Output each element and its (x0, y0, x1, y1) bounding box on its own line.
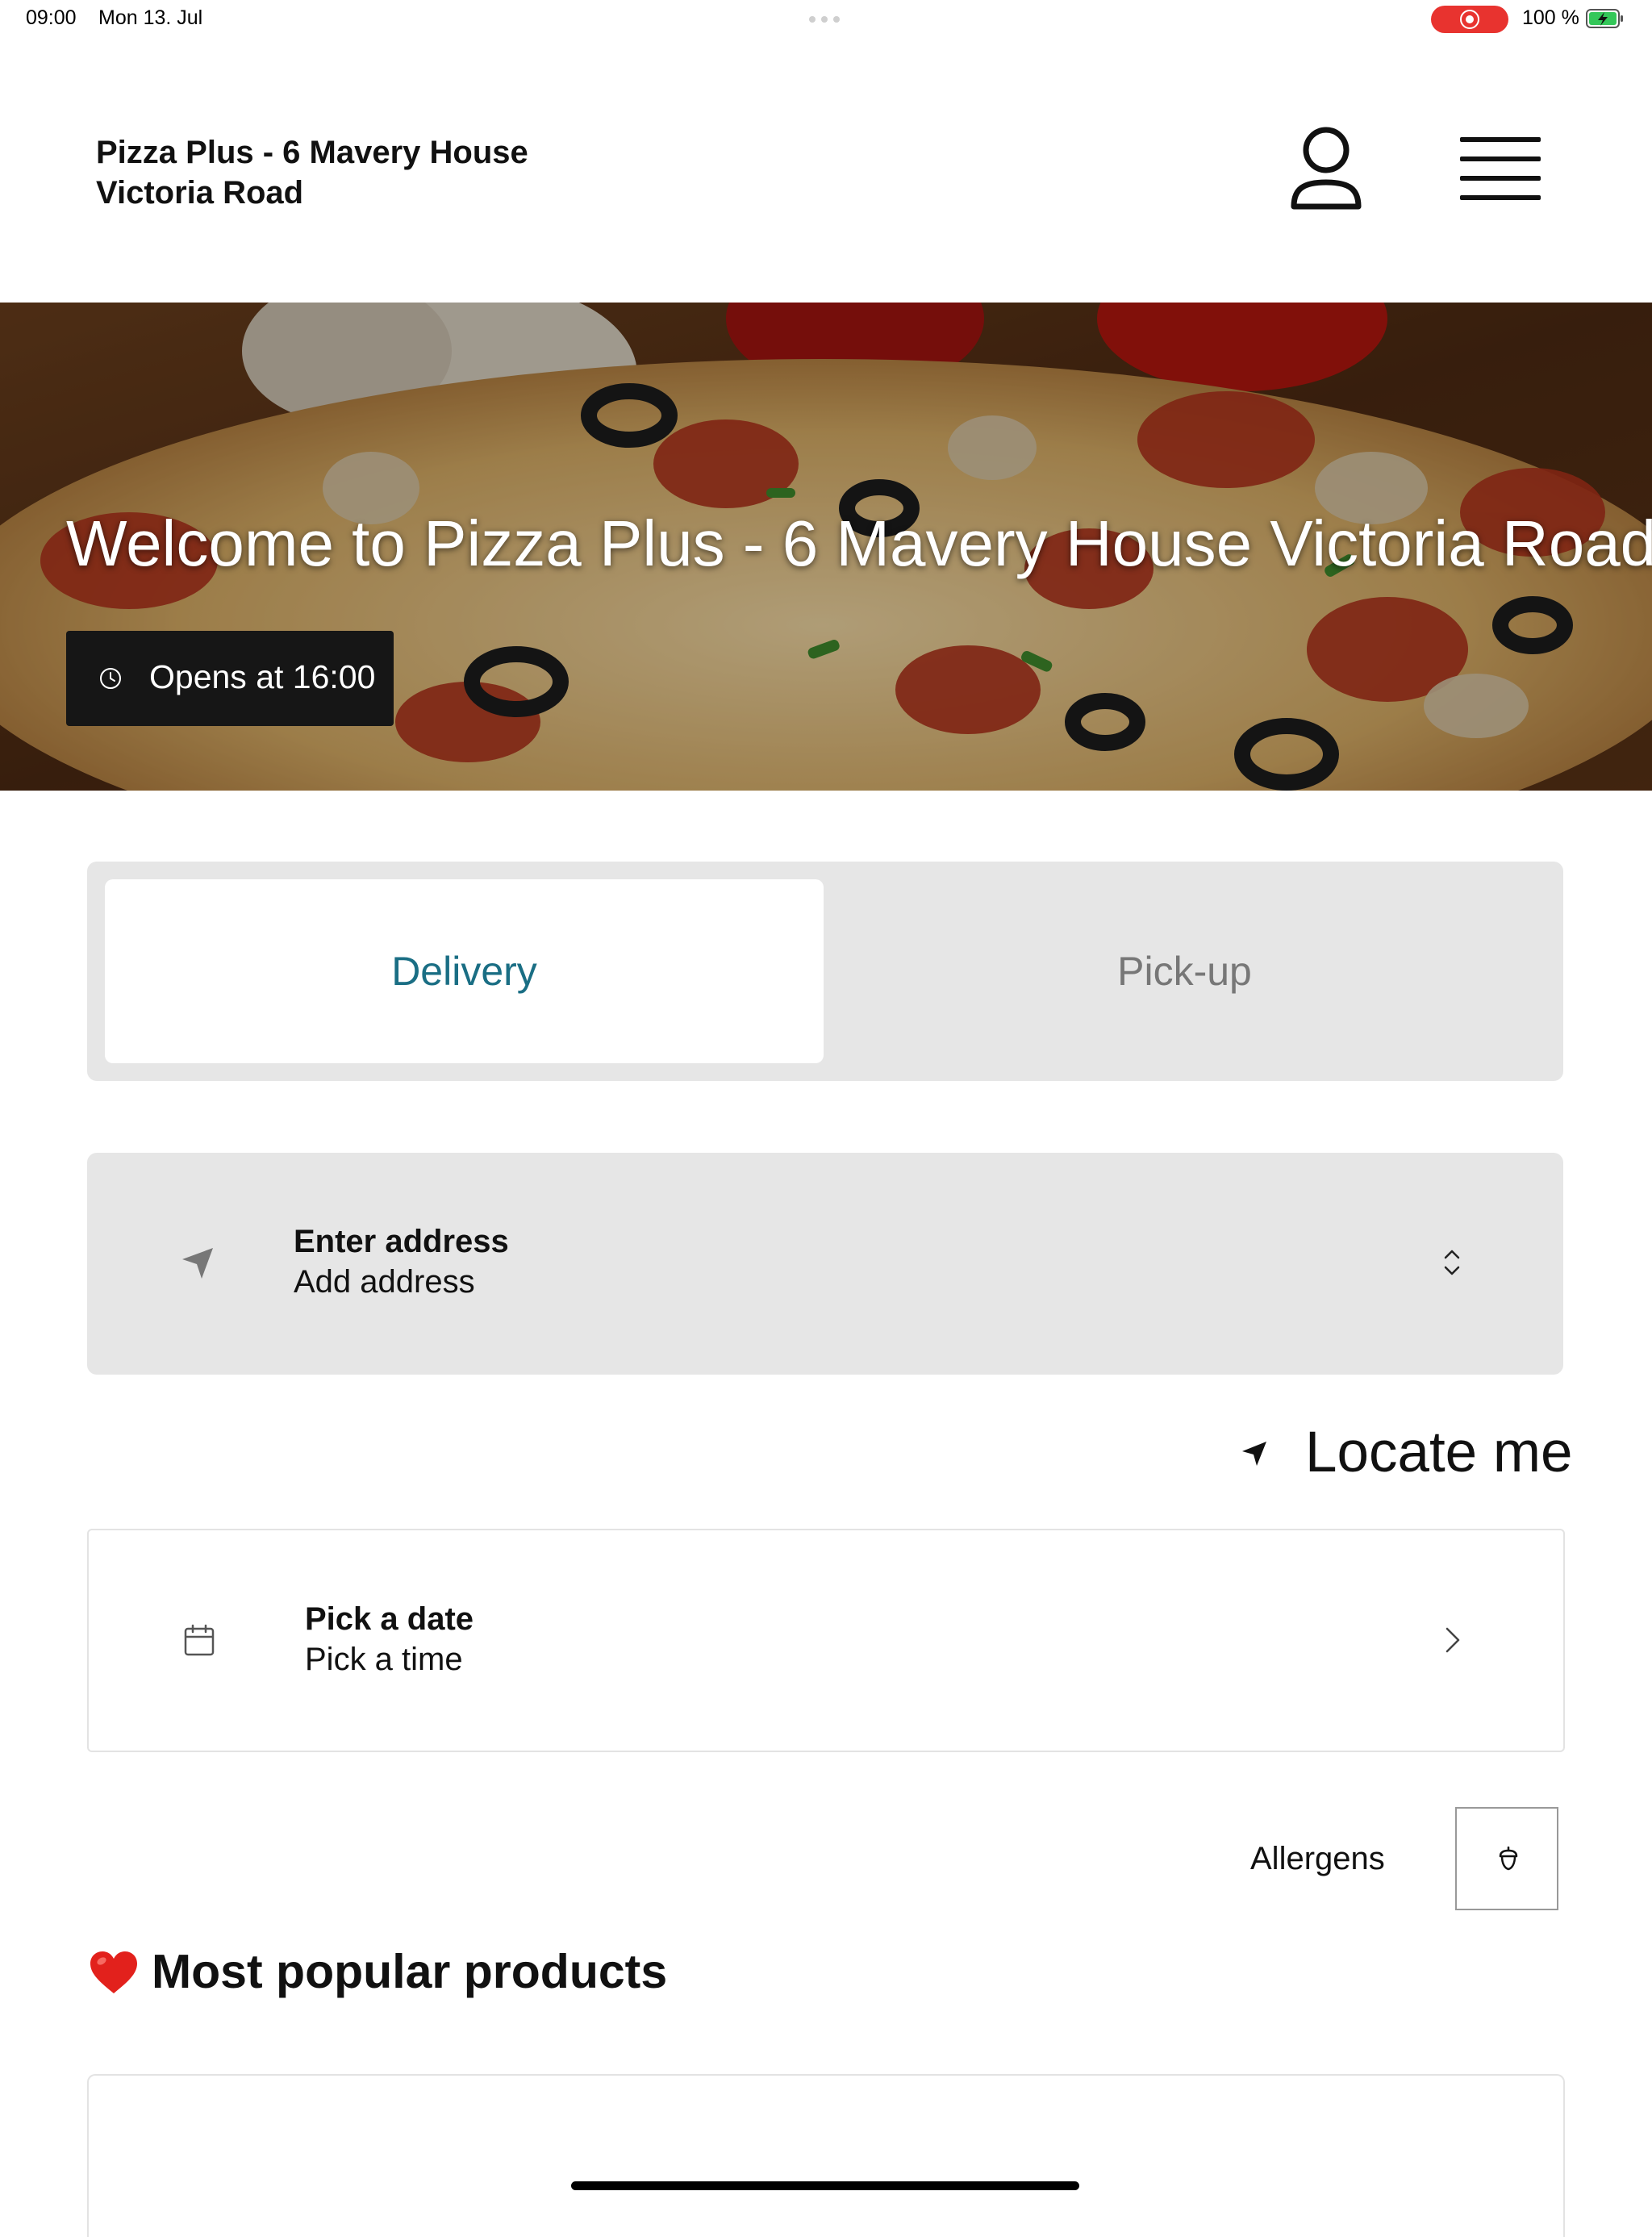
product-card[interactable] (87, 2074, 1565, 2237)
user-icon[interactable] (1287, 126, 1365, 216)
opening-hours-badge: Opens at 16:00 (66, 631, 394, 726)
locate-me-link[interactable]: Locate me (1305, 1420, 1573, 1485)
chevron-up-down-icon (1444, 1250, 1460, 1275)
chevron-right-icon (1446, 1627, 1460, 1653)
screen-recording-icon[interactable] (1431, 6, 1508, 33)
opening-time-text: Opens at 16:00 (149, 658, 376, 695)
welcome-title: Welcome to Pizza Plus - 6 Mavery House V… (66, 507, 1652, 579)
clock-icon (100, 668, 121, 689)
navigation-arrow-icon (182, 1248, 213, 1279)
battery-charging-icon (1586, 9, 1623, 28)
tab-pickup[interactable]: Pick-up (824, 879, 1546, 1063)
date-title: Pick a date (305, 1601, 474, 1637)
address-selector[interactable]: Enter address Add address (87, 1153, 1563, 1375)
status-time: 09:00 (26, 6, 77, 29)
battery-percentage: 100 % (1522, 6, 1579, 29)
time-subtitle: Pick a time (305, 1642, 463, 1677)
tab-delivery[interactable]: Delivery (105, 879, 824, 1063)
address-subtitle: Add address (294, 1264, 475, 1300)
allergens-label: Allergens (1250, 1841, 1385, 1876)
location-arrow-icon[interactable] (1240, 1439, 1269, 1468)
tab-delivery-label: Delivery (391, 949, 537, 994)
most-popular-heading: Most popular products (152, 1945, 668, 1998)
tab-pickup-label: Pick-up (1117, 949, 1252, 994)
status-date: Mon 13. Jul (98, 6, 203, 29)
allergens-button[interactable] (1455, 1807, 1558, 1910)
acorn-icon (1499, 1847, 1518, 1871)
order-type-selector: Delivery Pick-up (87, 862, 1563, 1081)
home-indicator[interactable] (571, 2181, 1079, 2190)
multitasking-dots-icon[interactable] (809, 16, 843, 23)
hamburger-menu-icon[interactable] (1460, 136, 1541, 205)
calendar-icon (184, 1624, 215, 1656)
store-name-heading: Pizza Plus - 6 Mavery House Victoria Roa… (96, 135, 528, 211)
heart-icon (90, 1951, 137, 1993)
address-title: Enter address (294, 1224, 509, 1259)
date-time-picker[interactable]: Pick a date Pick a time (87, 1529, 1565, 1752)
